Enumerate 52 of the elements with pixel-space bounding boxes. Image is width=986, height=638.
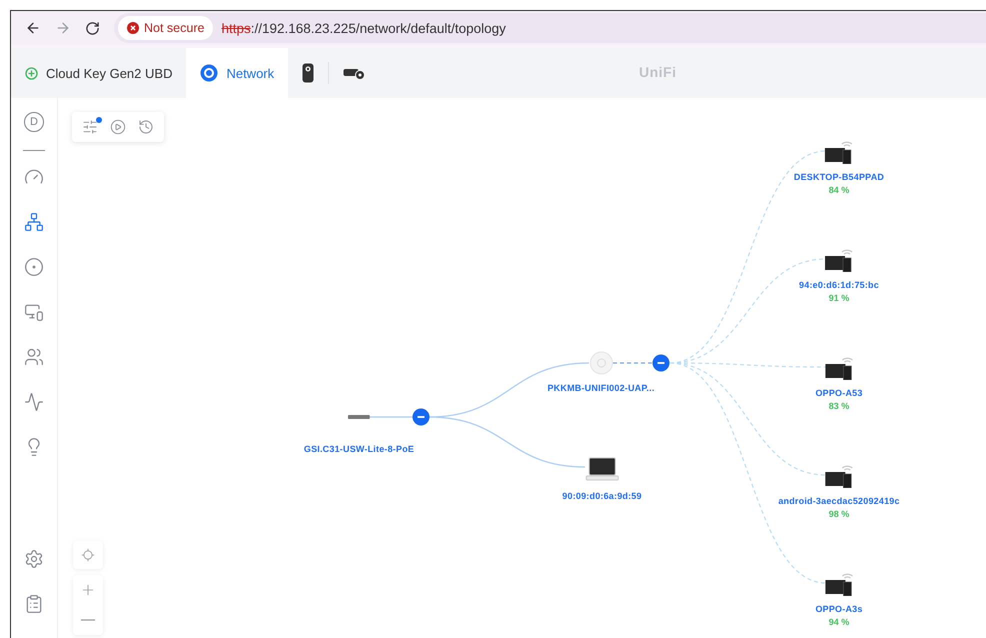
history-button[interactable]: [138, 119, 154, 135]
devices-icon: [24, 302, 44, 322]
ring-icon: [200, 64, 218, 82]
collapse-button[interactable]: [412, 408, 430, 426]
laptop-icon: [585, 457, 619, 483]
sidebar-item[interactable]: [24, 347, 44, 367]
sidebar-item[interactable]: [24, 302, 44, 322]
address-field[interactable]: https://192.168.23.225/network/default/topology: [221, 20, 506, 36]
device-name[interactable]: OPPO-A53: [815, 388, 863, 398]
play-button[interactable]: [110, 119, 126, 135]
plus-icon: [80, 582, 96, 598]
switch-icon: [348, 414, 370, 420]
link-line: [370, 416, 413, 418]
user-avatar[interactable]: D: [24, 112, 44, 132]
router-gear-icon: [343, 66, 366, 80]
signal-strength: 98 %: [828, 509, 850, 519]
sidebar-item[interactable]: [24, 392, 44, 412]
locate-icon: [81, 548, 95, 562]
camera-icon: [302, 63, 314, 83]
wireless-link-line: [612, 362, 654, 364]
device-name[interactable]: 90:09:d0:6a:9d:59: [562, 491, 642, 501]
reload-button[interactable]: [85, 20, 100, 36]
access-point-icon: [589, 351, 613, 375]
sidebar-item[interactable]: [24, 257, 44, 277]
back-button[interactable]: [25, 20, 41, 36]
wave-icon: [24, 392, 44, 412]
collapse-button[interactable]: [652, 354, 670, 372]
signal-strength: 84 %: [828, 185, 850, 195]
device-name[interactable]: DESKTOP-B54PPAD: [794, 172, 884, 182]
device-name[interactable]: OPPO-A3s: [815, 604, 863, 614]
forward-button[interactable]: [55, 20, 71, 36]
clipboard-icon: [24, 594, 44, 614]
sidebar-item[interactable]: [24, 212, 44, 232]
app-tab[interactable]: Cloud Key Gen2 UBD: [11, 48, 186, 98]
users-icon: [24, 347, 44, 367]
signal-strength: 94 %: [828, 617, 850, 627]
app-tab[interactable]: Network: [186, 48, 288, 98]
security-chip[interactable]: Not secure: [118, 16, 214, 40]
device-name[interactable]: 94:e0:d6:1d:75:bc: [799, 280, 879, 290]
error-icon: [127, 22, 139, 34]
settings-icon: [24, 549, 44, 569]
signal-strength: 91 %: [828, 293, 850, 303]
device-name[interactable]: PKKMB-UNIFI002-UAP...: [547, 383, 655, 393]
device-name[interactable]: android-3aecdac52092419c: [778, 496, 900, 506]
plus-circle-icon: [25, 66, 38, 80]
sidebar-item[interactable]: [24, 594, 44, 614]
signal-strength: 83 %: [828, 401, 850, 411]
sidebar-item[interactable]: [24, 549, 44, 569]
minus-icon: [81, 619, 95, 621]
device-name[interactable]: GSI.C31-USW-Lite-8-PoE: [304, 444, 414, 454]
target-icon: [24, 257, 44, 277]
topology-icon: [24, 212, 44, 232]
